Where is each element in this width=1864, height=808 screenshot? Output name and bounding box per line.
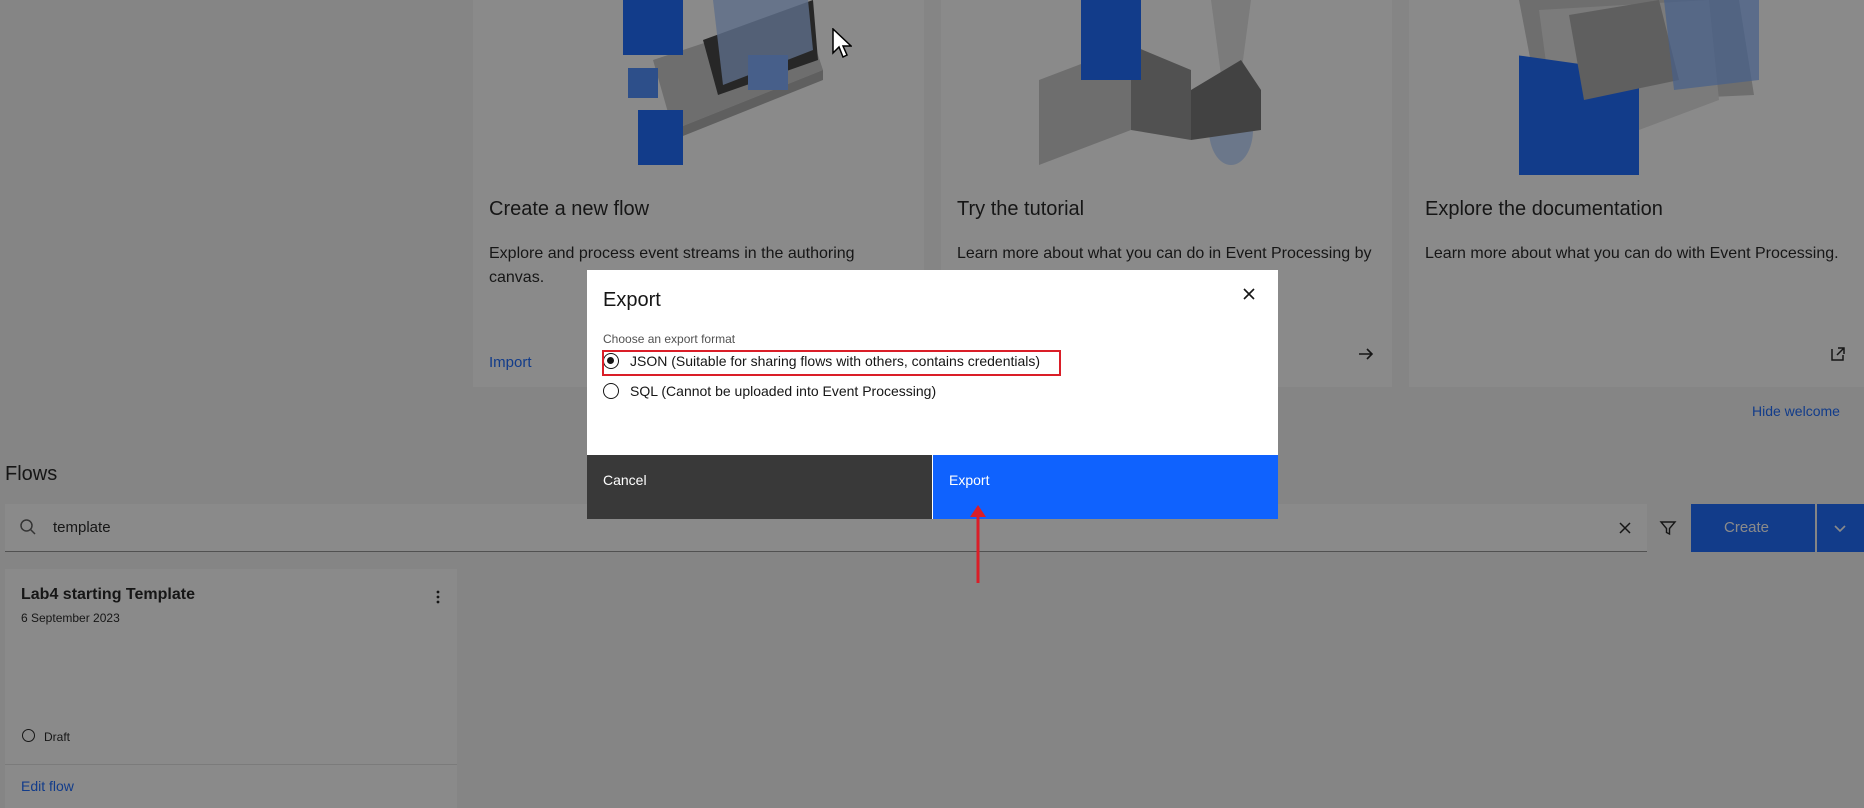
annotation-highlight-box xyxy=(602,350,1061,376)
modal-title: Export xyxy=(603,289,661,311)
radio-button-unchecked[interactable] xyxy=(603,383,619,399)
cancel-button[interactable]: Cancel xyxy=(587,455,932,519)
annotation-arrow-up-icon xyxy=(970,505,986,583)
mouse-cursor-icon xyxy=(832,28,852,59)
radio-sql-label: SQL (Cannot be uploaded into Event Proce… xyxy=(630,383,937,399)
close-icon[interactable] xyxy=(1241,286,1257,302)
page: Create a new flow Explore and process ev… xyxy=(0,0,1864,808)
export-format-label: Choose an export format xyxy=(603,332,736,346)
export-modal: Export Choose an export format JSON (Sui… xyxy=(587,270,1278,519)
